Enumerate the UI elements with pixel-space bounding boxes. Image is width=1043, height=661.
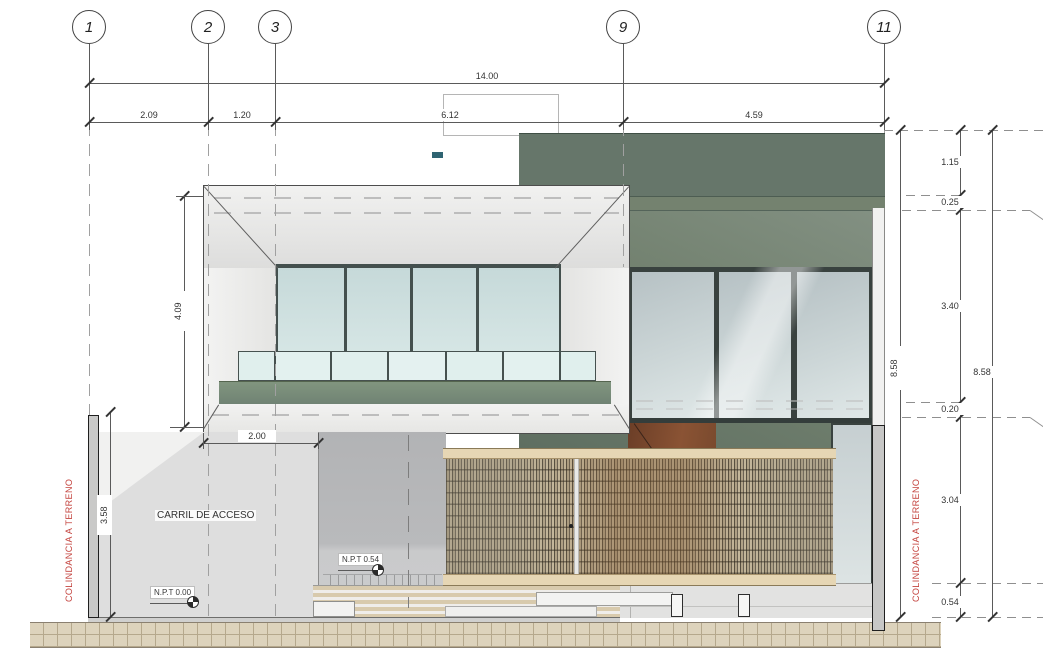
level-marker-ground <box>187 596 199 608</box>
access-lane-label: CARRIL DE ACCESO <box>155 510 256 521</box>
sill-joint-dashes <box>212 414 621 416</box>
screen-color-tint <box>446 459 833 574</box>
ground-hatch <box>30 622 941 648</box>
dim-segment: 6.12 <box>429 109 471 121</box>
level-leader <box>150 603 190 604</box>
dim-overall-height-rotated: 8.58 <box>887 346 902 390</box>
dim-balcony-height: 4.09 <box>171 291 186 331</box>
dim-ext <box>170 427 204 428</box>
level-line <box>932 583 1043 584</box>
boundary-label-left: COLINDANCIA A TERRENO <box>64 468 74 613</box>
dim-level: 3.40 <box>933 300 967 312</box>
railing-glass-panel <box>504 352 559 380</box>
grid-stem-3 <box>275 44 276 130</box>
window-glass-panel <box>278 268 344 354</box>
dim-level: 0.20 <box>933 403 967 415</box>
grid-bubble-2: 2 <box>191 10 225 44</box>
railing-glass-panel <box>332 352 387 380</box>
balcony-sill <box>204 404 629 433</box>
dim-line-carport <box>203 443 318 444</box>
dim-left-wall-height: 3.58 <box>97 495 112 535</box>
screen-bottom-rail <box>443 574 836 586</box>
level-jog-diagonal <box>1030 210 1043 226</box>
boundary-label-right: COLINDANCIA A TERRENO <box>911 468 921 613</box>
dim-carport-depth: 2.00 <box>238 430 276 442</box>
dim-level: 3.04 <box>933 494 967 506</box>
grid-bubble-label: 3 <box>271 19 279 36</box>
grid-stem-2 <box>208 44 209 130</box>
dim-level: 1.15 <box>933 156 967 168</box>
window-glass-panel <box>347 268 410 354</box>
level-line <box>902 417 1030 418</box>
dim-line-overall-width <box>89 83 884 84</box>
glass-railing <box>238 351 596 381</box>
front-step-slab <box>445 606 597 617</box>
railing-glass-panel <box>389 352 445 380</box>
right-pilaster <box>872 208 885 425</box>
balcony-box <box>203 185 630 434</box>
dim-overall-width: 14.00 <box>466 70 508 82</box>
grid-bubble-1: 1 <box>72 10 106 44</box>
step-block <box>313 601 355 617</box>
grid-bubble-label: 2 <box>204 19 212 36</box>
floor-line-dashes <box>636 400 866 402</box>
dim-ext <box>176 196 204 197</box>
terrace-post <box>671 594 683 617</box>
level-leader <box>338 570 375 571</box>
screen-door-jamb <box>574 459 579 574</box>
front-bench <box>536 592 673 606</box>
railing-glass-panel <box>447 352 502 380</box>
level-line <box>902 210 1030 211</box>
dim-segment: 1.20 <box>221 109 263 121</box>
grid-bubble-11: 11 <box>867 10 901 44</box>
screen-top-rail <box>443 448 836 459</box>
level-line <box>932 617 1043 618</box>
dim-level: 0.54 <box>933 596 967 608</box>
grid-bubble-3: 3 <box>258 10 292 44</box>
railing-glass-panel <box>276 352 330 380</box>
door-handle <box>569 524 573 528</box>
railing-glass-panel <box>561 352 595 380</box>
centerline-carport <box>408 435 409 608</box>
grid-stem-9 <box>623 44 624 130</box>
grid-stem-11 <box>884 44 885 130</box>
slat-screen <box>443 448 836 586</box>
window-glass-panel <box>479 268 559 354</box>
dim-ext <box>318 433 319 449</box>
floor-line-dashes <box>636 408 866 410</box>
dim-ext <box>203 433 204 449</box>
window-glass-panel <box>413 268 476 354</box>
grid-stem-1 <box>89 44 90 130</box>
level-line <box>884 130 1043 131</box>
dim-overall-height-outer: 8.58 <box>964 366 1000 378</box>
grid-bubble-label: 11 <box>876 19 892 36</box>
grid-bubble-9: 9 <box>606 10 640 44</box>
dim-segment: 2.09 <box>128 109 170 121</box>
planter-band <box>219 381 611 405</box>
dim-segment: 4.59 <box>733 109 775 121</box>
door-swing-line <box>633 423 651 448</box>
dim-level: 0.25 <box>933 196 967 208</box>
scupper-mark <box>432 152 443 158</box>
grid-bubble-label: 9 <box>619 19 627 36</box>
railing-glass-panel <box>239 352 274 380</box>
right-boundary-wall <box>872 425 885 631</box>
balcony-window-frame <box>276 264 561 354</box>
grid-bubble-label: 1 <box>85 19 93 36</box>
side-glass-strip <box>831 423 873 588</box>
terrace-post <box>738 594 750 617</box>
level-jog-diagonal <box>1030 417 1043 433</box>
level-marker-entry <box>372 564 384 576</box>
curtain-wall-glazing <box>628 267 873 423</box>
elevation-drawing: 1 2 3 9 11 14.00 2.09 1.20 6.12 4.59 4.0… <box>0 0 1043 661</box>
